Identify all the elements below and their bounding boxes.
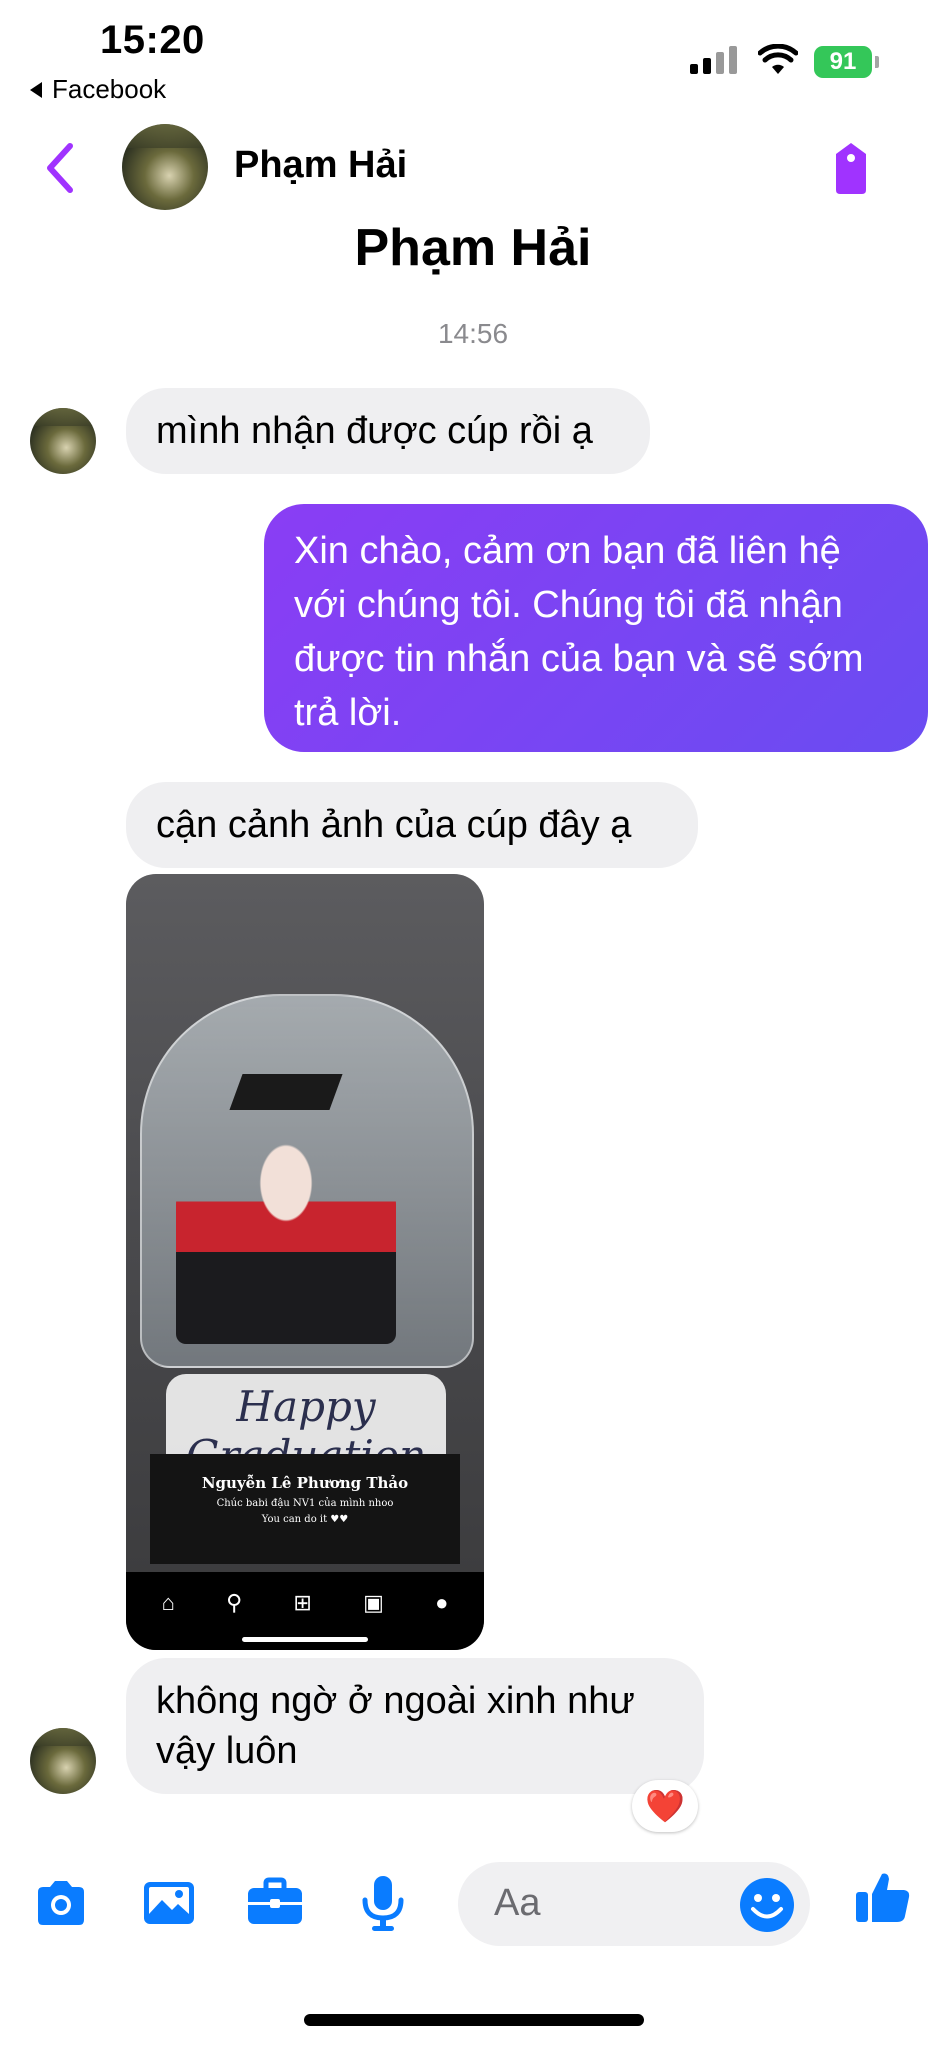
camera-icon[interactable] — [30, 1872, 92, 1934]
back-triangle-icon — [30, 81, 42, 98]
reels-icon: ▣ — [363, 1590, 384, 1615]
battery-level: 91 — [829, 48, 857, 75]
add-icon: ⊞ — [293, 1590, 312, 1615]
message-text: Xin chào, cảm ơn bạn đã liên hệ với chún… — [294, 530, 864, 734]
cellular-signal-icon — [690, 46, 737, 74]
plate-motto: You can do it ♥♥ — [261, 1514, 349, 1525]
back-chevron-icon[interactable] — [40, 140, 80, 196]
gallery-icon[interactable] — [138, 1872, 200, 1934]
sender-avatar[interactable] — [30, 1728, 96, 1794]
back-app-label: Facebook — [52, 74, 167, 104]
plate-wish: Chúc babi đậu NV1 của mình nhoo — [216, 1498, 394, 1509]
search-icon: ⚲ — [226, 1590, 243, 1615]
incoming-message[interactable]: cận cảnh ảnh của cúp đây ạ — [126, 782, 698, 868]
message-input-placeholder: Aa — [494, 1882, 541, 1924]
plate-name: Nguyễn Lê Phương Thảo — [201, 1474, 409, 1492]
like-icon[interactable] — [852, 1866, 914, 1928]
battery-icon: 91 — [814, 46, 872, 78]
message-text: không ngờ ở ngoài xinh như vậy luôn — [156, 1680, 635, 1772]
heart-icon: ❤️ — [645, 1788, 685, 1824]
incoming-message[interactable]: mình nhận được cúp rồi ạ — [126, 388, 650, 474]
microphone-icon[interactable] — [352, 1872, 414, 1934]
home-icon: ⌂ — [161, 1590, 175, 1615]
header-contact-name[interactable]: Phạm Hải — [234, 144, 407, 187]
tag-icon[interactable] — [826, 140, 876, 196]
photo-attachment[interactable]: Happy Graduation Nguyễn Lê Phương Thảo C… — [126, 874, 484, 1650]
incoming-message[interactable]: không ngờ ở ngoài xinh như vậy luôn — [126, 1658, 704, 1794]
message-text: cận cảnh ảnh của cúp đây ạ — [156, 804, 632, 846]
status-time: 15:20 — [100, 18, 205, 62]
contact-avatar[interactable] — [122, 124, 208, 210]
battery-tip — [875, 56, 879, 68]
emoji-icon[interactable] — [736, 1874, 798, 1936]
graduation-cap-icon — [229, 1074, 343, 1110]
home-indicator — [304, 2014, 644, 2026]
sender-avatar[interactable] — [30, 408, 96, 474]
message-text: mình nhận được cúp rồi ạ — [156, 410, 593, 452]
heart-reaction[interactable]: ❤️ — [632, 1780, 698, 1832]
wifi-icon — [758, 44, 798, 74]
message-timestamp: 14:56 — [437, 318, 509, 349]
outgoing-message[interactable]: Xin chào, cảm ơn bạn đã liên hệ với chún… — [264, 504, 928, 752]
screenshot-home-indicator — [242, 1637, 368, 1642]
profile-icon: ● — [435, 1590, 449, 1615]
profile-name: Phạm Hải — [354, 219, 592, 277]
back-to-app-link[interactable]: Facebook — [30, 74, 166, 105]
trophy-base — [150, 1454, 460, 1564]
graduate-portrait — [176, 1114, 396, 1344]
briefcase-icon[interactable] — [244, 1872, 306, 1934]
